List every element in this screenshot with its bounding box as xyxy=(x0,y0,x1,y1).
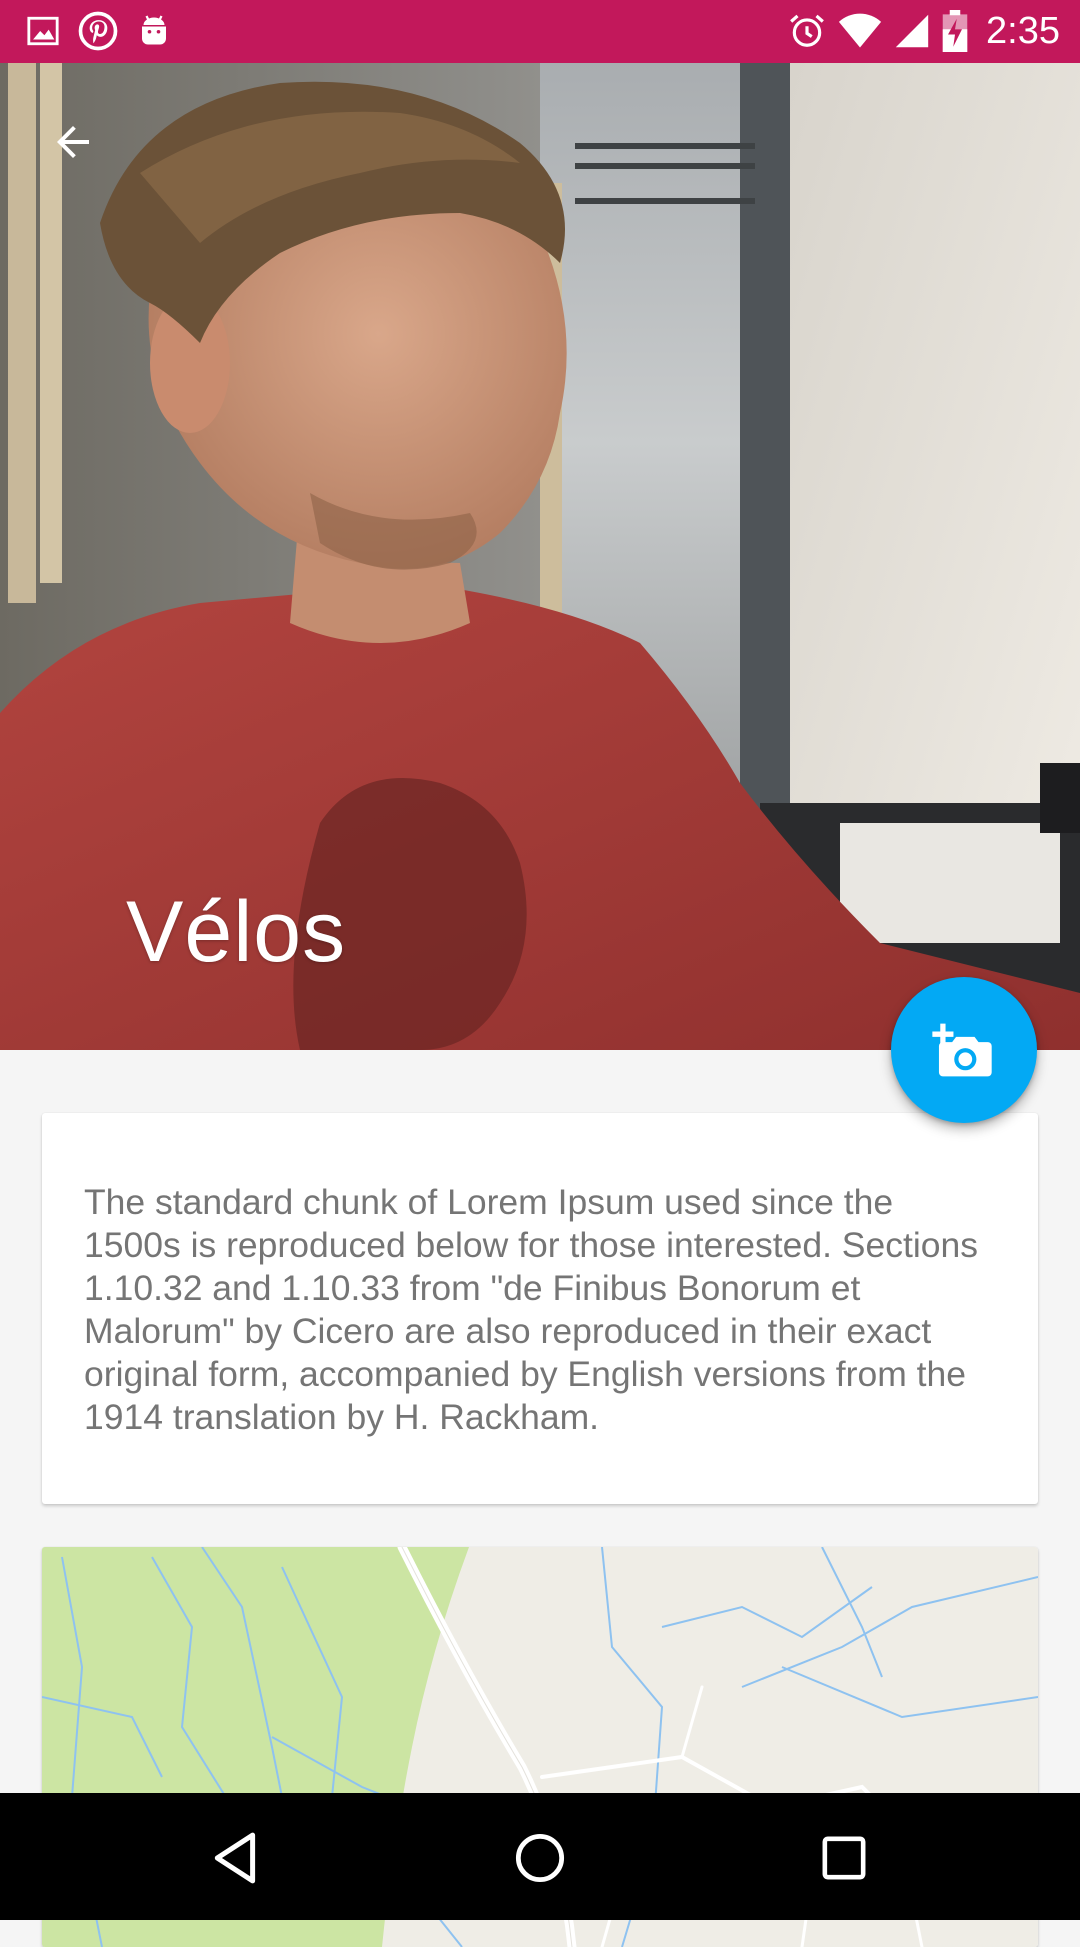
system-status-icons: 2:35 xyxy=(788,8,1060,54)
image-icon xyxy=(27,16,59,46)
description-card: The standard chunk of Lorem Ipsum used s… xyxy=(42,1113,1038,1504)
add-a-photo-icon xyxy=(932,1023,992,1077)
notification-icons xyxy=(26,8,172,54)
status-bar: 2:35 xyxy=(0,0,1080,63)
home-icon xyxy=(515,1833,565,1883)
page-title: Vélos xyxy=(126,884,347,980)
signal-icon xyxy=(895,14,929,48)
android-icon xyxy=(142,15,166,45)
nav-back-button[interactable] xyxy=(186,1813,286,1903)
back-button[interactable] xyxy=(40,109,106,175)
nav-home-button[interactable] xyxy=(490,1813,590,1903)
add-photo-button[interactable] xyxy=(891,977,1037,1123)
navigation-bar xyxy=(0,1793,1080,1920)
description-text: The standard chunk of Lorem Ipsum used s… xyxy=(84,1182,978,1437)
back-icon xyxy=(214,1832,256,1884)
battery-charging-icon xyxy=(942,10,968,52)
recents-icon xyxy=(822,1836,866,1880)
header: Vélos xyxy=(0,63,1080,1050)
pinterest-icon xyxy=(78,11,118,51)
wifi-icon xyxy=(838,13,882,48)
nav-recents-button[interactable] xyxy=(794,1813,894,1903)
arrow-left-icon xyxy=(57,126,89,158)
alarm-icon xyxy=(790,14,824,47)
clock: 2:35 xyxy=(986,9,1060,52)
